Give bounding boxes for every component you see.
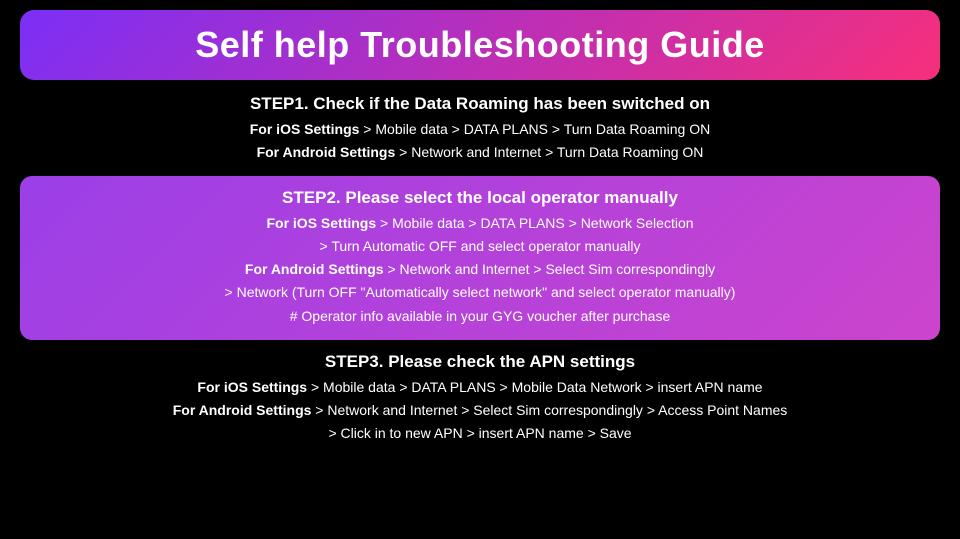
step2-android-bold: For Android Settings xyxy=(245,261,384,277)
step2-line4: > Network (Turn OFF "Automatically selec… xyxy=(36,281,924,304)
step2-ios-rest: > Mobile data > DATA PLANS > Network Sel… xyxy=(376,215,693,231)
step2-line2: > Turn Automatic OFF and select operator… xyxy=(36,235,924,258)
step2-line5: # Operator info available in your GYG vo… xyxy=(36,305,924,328)
step3-line1: For iOS Settings > Mobile data > DATA PL… xyxy=(20,376,940,399)
step2-line3: For Android Settings > Network and Inter… xyxy=(36,258,924,281)
step1-ios-bold: For iOS Settings xyxy=(250,121,360,137)
step1-title: STEP1. Check if the Data Roaming has bee… xyxy=(20,94,940,114)
step3-ios-bold: For iOS Settings xyxy=(197,379,307,395)
step2-ios-bold: For iOS Settings xyxy=(266,215,376,231)
step1-ios-rest: > Mobile data > DATA PLANS > Turn Data R… xyxy=(359,121,710,137)
step3-ios-rest: > Mobile data > DATA PLANS > Mobile Data… xyxy=(307,379,762,395)
main-title: Self help Troubleshooting Guide xyxy=(195,24,765,65)
step1-line1: For iOS Settings > Mobile data > DATA PL… xyxy=(20,118,940,141)
step3-android-bold: For Android Settings xyxy=(173,402,312,418)
step1-android-bold: For Android Settings xyxy=(257,144,396,160)
step1-android-rest: > Network and Internet > Turn Data Roami… xyxy=(395,144,703,160)
step3-title: STEP3. Please check the APN settings xyxy=(20,352,940,372)
title-banner: Self help Troubleshooting Guide xyxy=(20,10,940,80)
step1-line2: For Android Settings > Network and Inter… xyxy=(20,141,940,164)
step1-section: STEP1. Check if the Data Roaming has bee… xyxy=(20,94,940,164)
step3-section: STEP3. Please check the APN settings For… xyxy=(20,352,940,445)
step3-line3: > Click in to new APN > insert APN name … xyxy=(20,422,940,445)
step2-android-rest: > Network and Internet > Select Sim corr… xyxy=(384,261,716,277)
step3-line2: For Android Settings > Network and Inter… xyxy=(20,399,940,422)
step2-section: STEP2. Please select the local operator … xyxy=(20,176,940,339)
step3-android-rest: > Network and Internet > Select Sim corr… xyxy=(311,402,787,418)
step2-title: STEP2. Please select the local operator … xyxy=(36,188,924,208)
step2-line1: For iOS Settings > Mobile data > DATA PL… xyxy=(36,212,924,235)
